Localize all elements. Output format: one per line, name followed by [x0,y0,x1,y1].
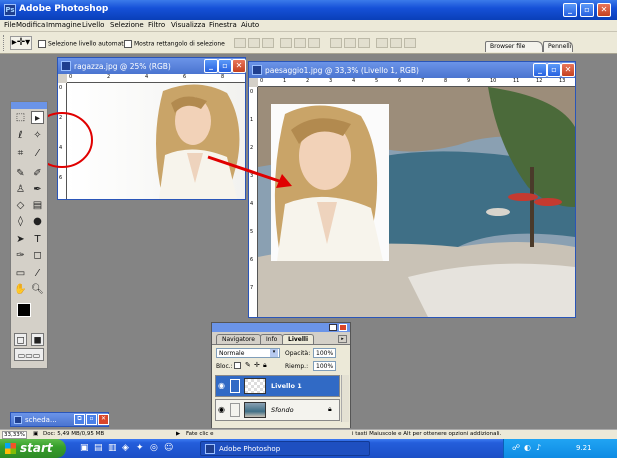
show-desktop-icon[interactable]: ▣ [80,443,89,453]
history-brush-icon[interactable]: ✒ [31,183,44,196]
network-icon[interactable]: ✦ [136,443,144,453]
maximize-button[interactable]: ▫ [86,414,97,425]
clone-stamp-icon[interactable]: ♙ [14,183,27,196]
start-label: start [20,441,53,455]
blend-mode-value: Normale [219,350,245,357]
lock-all-icon[interactable]: 🔒︎ [263,361,267,370]
start-button[interactable]: start [0,439,66,458]
taskbar-task-photoshop[interactable]: Adobe Photoshop [200,441,370,456]
hand-tool-icon[interactable]: ✋ [14,283,27,296]
doc-size-icon: ▣ [33,431,39,437]
lasso-tool-icon[interactable]: ℓ [14,129,27,142]
magic-wand-icon[interactable]: ✧ [31,129,44,142]
doc-title: scheda... [25,416,57,424]
fill-input[interactable]: 100% [313,361,336,371]
windows-logo-icon [5,443,16,454]
layer-row-livello-1[interactable]: ◉ Livello 1 [215,375,340,397]
pen-tool-icon[interactable]: ✑ [14,249,27,262]
messenger-icon[interactable]: ☺ [164,443,173,453]
status-bar: 33,33% ▣ Doc: 5,49 MB/0,95 MB ▶ Fate cli… [0,429,617,439]
eye-icon[interactable]: ◉ [218,405,225,414]
shape-tool-icon[interactable]: ◻ [31,249,44,262]
tray-security-icon[interactable]: ◐ [524,443,531,452]
blur-tool-icon[interactable]: ◊ [14,215,27,228]
path-select-icon[interactable]: ➤ [14,233,27,246]
quick-mask-icon[interactable]: ◼ [31,333,44,346]
layer-row-sfondo[interactable]: ◉ Sfondo 🔒︎ [215,399,340,421]
opacity-input[interactable]: 100% [313,348,336,358]
zoom-tool-icon[interactable]: 🔍︎ [31,283,44,296]
browser-icon[interactable]: ◎ [150,443,158,453]
toolbox-palette: ⬚ ▸ ℓ ✧ ⌗ ⁄ ✎ ✐ ♙ ✒ ◇ ▤ ◊ ● ➤ T ✑ ◻ ▭ ⁄ … [10,101,48,369]
explorer-icon[interactable]: ▤ [94,443,103,453]
layer-thumbnail [244,402,266,418]
chevron-down-icon: ▾ [270,349,278,357]
close-button[interactable]: ✕ [98,414,109,425]
lock-transparency-icon[interactable] [234,362,241,369]
eye-icon[interactable]: ◉ [218,381,225,390]
task-label: Adobe Photoshop [219,445,281,453]
layer-name: Livello 1 [271,382,302,390]
doc-size: Doc: 5,49 MB/0,95 MB [43,431,105,437]
brush-link-icon[interactable] [230,403,240,417]
lock-position-icon[interactable]: ✛ [254,361,260,369]
foreground-color-swatch[interactable] [17,303,31,317]
crop-tool-icon[interactable]: ⌗ [14,147,27,160]
lock-label: Bloc.: [216,363,233,370]
eyedropper-icon[interactable]: ⁄ [31,267,44,280]
restore-button[interactable]: ⧉ [74,414,85,425]
standard-mode-icon[interactable]: ◻ [14,333,27,346]
layer-name: Sfondo [271,406,294,414]
hint-text-right: i tasti Maiuscole e Alt per ottenere opz… [352,431,502,437]
screen-mode-icon[interactable]: ▭▭▭ [14,348,44,361]
clock: 9.21 [576,444,592,452]
blend-mode-select[interactable]: Normale ▾ [216,348,280,358]
photoshop-icon [205,444,215,454]
dodge-tool-icon[interactable]: ● [31,215,44,228]
media-icon[interactable]: ◈ [122,443,129,453]
layers-palette: Navigatore Info Livelli ▸ Normale ▾ Opaci… [211,322,351,428]
palette-menu-icon[interactable]: ▸ [338,335,347,343]
palette-title-bar[interactable] [212,323,350,332]
tab-livelli[interactable]: Livelli [282,334,315,344]
hint-text-left: Fate clic e [186,431,214,437]
move-tool-icon[interactable]: ▸ [31,111,44,124]
brush-link-icon[interactable] [230,379,240,393]
close-icon[interactable] [339,324,347,331]
folder-icon[interactable]: ▥ [108,443,117,453]
opacity-label: Opacità: [285,350,311,357]
lock-icon: 🔒︎ [328,405,332,413]
tab-navigatore[interactable]: Navigatore [216,334,261,344]
minimize-icon[interactable] [329,324,337,331]
lock-pixels-icon[interactable]: ✎ [245,361,251,369]
toolbox-title[interactable] [11,102,47,109]
tray-volume-icon[interactable]: ♪ [536,443,541,452]
tray-network-icon[interactable]: ☍ [512,443,520,452]
tab-info[interactable]: Info [260,334,284,344]
notes-tool-icon[interactable]: ▭ [14,267,27,280]
layer-thumbnail [244,378,266,394]
gradient-tool-icon[interactable]: ▤ [31,199,44,212]
annotation-arrow [207,155,286,185]
system-tray: ☍ ◐ ♪ 9.21 [503,439,617,458]
marquee-tool-icon[interactable]: ⬚ [14,111,27,124]
layers-scrollbar[interactable] [341,375,349,422]
photoshop-icon [14,416,22,424]
type-tool-icon[interactable]: T [31,233,44,246]
healing-brush-icon[interactable]: ✎ [14,167,27,180]
slice-tool-icon[interactable]: ⁄ [31,147,44,160]
eraser-tool-icon[interactable]: ◇ [14,199,27,212]
fill-label: Riemp.: [285,363,309,370]
taskbar: start ▣ ▤ ▥ ◈ ✦ ◎ ☺ Adobe Photoshop IT ❓… [0,439,617,458]
status-arrow-icon[interactable]: ▶ [176,431,180,437]
zoom-field[interactable]: 33,33% [2,431,27,439]
doc-window-scheda-minimized[interactable]: scheda... ⧉ ▫ ✕ [10,412,109,427]
brush-tool-icon[interactable]: ✐ [31,167,44,180]
